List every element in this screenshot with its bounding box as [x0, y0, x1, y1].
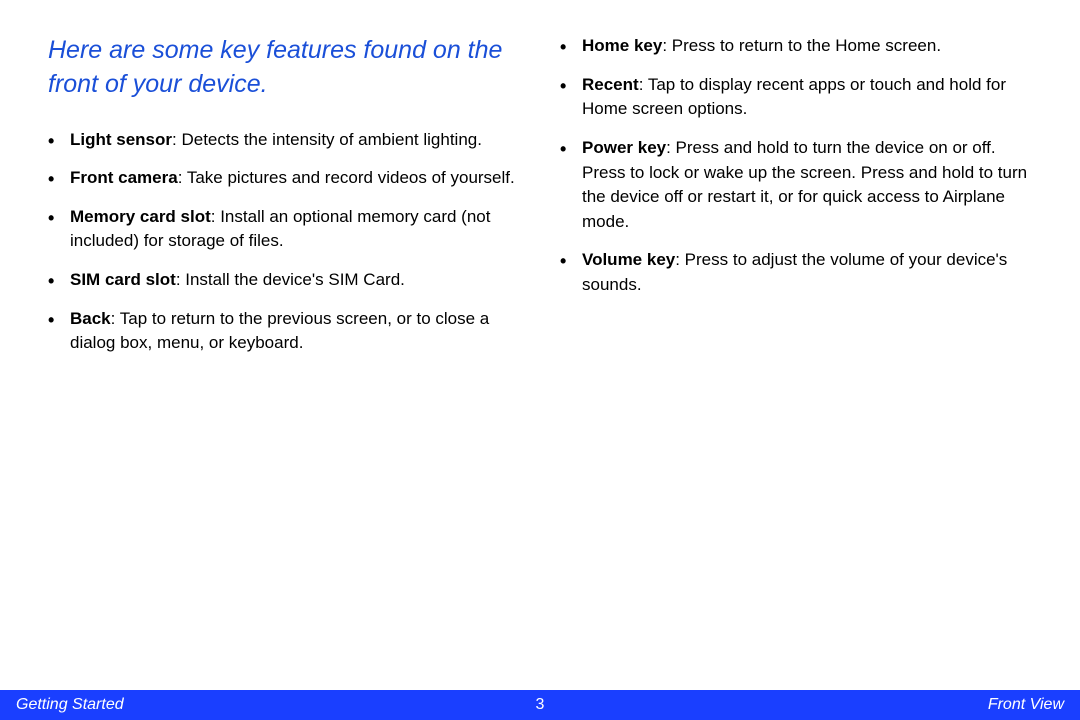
list-item: Front camera: Take pictures and record v…	[48, 166, 520, 191]
feature-desc: : Tap to display recent apps or touch an…	[582, 75, 1006, 119]
page-number: 3	[536, 696, 545, 714]
feature-list-right: Home key: Press to return to the Home sc…	[560, 34, 1032, 298]
feature-list-left: Light sensor: Detects the intensity of a…	[48, 128, 520, 356]
list-item: Memory card slot: Install an optional me…	[48, 205, 520, 254]
feature-term: Volume key	[582, 250, 675, 269]
feature-term: Home key	[582, 36, 662, 55]
feature-term: Light sensor	[70, 130, 172, 149]
list-item: Recent: Tap to display recent apps or to…	[560, 73, 1032, 122]
list-item: Home key: Press to return to the Home sc…	[560, 34, 1032, 59]
feature-desc: : Tap to return to the previous screen, …	[70, 309, 489, 353]
feature-term: Recent	[582, 75, 639, 94]
list-item: Power key: Press and hold to turn the de…	[560, 136, 1032, 235]
feature-term: SIM card slot	[70, 270, 176, 289]
feature-term: Memory card slot	[70, 207, 211, 226]
list-item: SIM card slot: Install the device's SIM …	[48, 268, 520, 293]
list-item: Volume key: Press to adjust the volume o…	[560, 248, 1032, 297]
feature-term: Front camera	[70, 168, 178, 187]
list-item: Back: Tap to return to the previous scre…	[48, 307, 520, 356]
left-column: Here are some key features found on the …	[48, 34, 520, 370]
feature-desc: : Take pictures and record videos of you…	[178, 168, 515, 187]
feature-desc: : Install the device's SIM Card.	[176, 270, 405, 289]
footer-bar: Getting Started 3 Front View	[0, 690, 1080, 720]
footer-right: Front View	[988, 696, 1064, 714]
footer-left: Getting Started	[16, 696, 124, 714]
right-column: Home key: Press to return to the Home sc…	[560, 34, 1032, 370]
feature-desc: : Press to return to the Home screen.	[662, 36, 941, 55]
feature-desc: : Detects the intensity of ambient light…	[172, 130, 482, 149]
feature-term: Power key	[582, 138, 666, 157]
list-item: Light sensor: Detects the intensity of a…	[48, 128, 520, 153]
intro-text: Here are some key features found on the …	[48, 34, 520, 102]
feature-term: Back	[70, 309, 111, 328]
